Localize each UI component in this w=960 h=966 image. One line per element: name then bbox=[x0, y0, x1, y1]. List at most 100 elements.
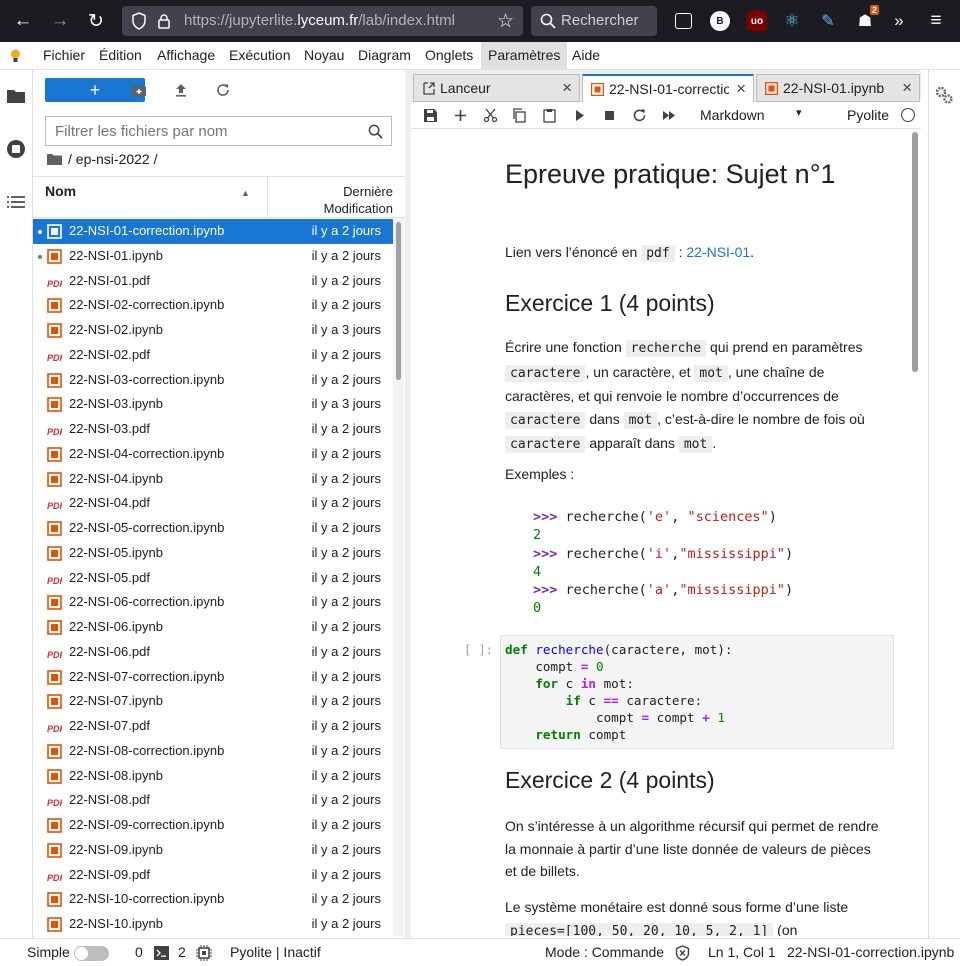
file-row[interactable]: PDF 22-NSI-03.pdf il y a 2 jours bbox=[33, 417, 393, 442]
menu-diagram[interactable]: Diagram bbox=[358, 47, 411, 63]
refresh-icon[interactable] bbox=[215, 82, 231, 98]
add-cell-icon[interactable] bbox=[453, 108, 468, 123]
new-folder-icon[interactable] bbox=[131, 82, 147, 98]
address-bar[interactable]: https://jupyterlite.lyceum.fr/lab/index.… bbox=[122, 6, 523, 36]
cursor-position[interactable]: Ln 1, Col 1 bbox=[708, 944, 776, 960]
column-last-modified[interactable]: Dernière Modification bbox=[324, 183, 393, 217]
file-row[interactable]: 22-NSI-05-correction.ipynb il y a 2 jours bbox=[33, 516, 393, 541]
file-row[interactable]: 22-NSI-05.ipynb il y a 2 jours bbox=[33, 541, 393, 566]
notebook-scrollbar-thumb[interactable] bbox=[912, 132, 918, 372]
notebook-panel[interactable]: Epreuve pratique: Sujet n°1 Lien vers l’… bbox=[414, 130, 908, 936]
file-row[interactable]: 22-NSI-01-correction.ipynb il y a 2 jours bbox=[33, 219, 393, 244]
overflow-chevrons-icon[interactable]: » bbox=[886, 8, 912, 34]
file-row[interactable]: PDF 22-NSI-06.pdf il y a 2 jours bbox=[33, 640, 393, 665]
running-stop-icon[interactable] bbox=[6, 139, 26, 159]
file-row[interactable]: 22-NSI-10-correction.ipynb il y a 2 jours bbox=[33, 887, 393, 912]
terminal-count[interactable]: 2 bbox=[178, 944, 186, 960]
run-icon[interactable] bbox=[572, 108, 587, 123]
code-cell[interactable]: def recherche(caractere, mot): compt = 0… bbox=[500, 635, 894, 749]
cell-type-select[interactable]: Markdown ▾ bbox=[700, 107, 802, 123]
kernel-status[interactable]: Pyolite | Inactif bbox=[230, 944, 321, 960]
close-tab-icon[interactable]: × bbox=[736, 79, 746, 99]
markdown-cell-exercise-1[interactable]: Exercice 1 (4 points) bbox=[505, 290, 885, 317]
fast-forward-icon[interactable] bbox=[662, 108, 677, 123]
menu-noyau[interactable]: Noyau bbox=[304, 47, 344, 63]
menu-onglets[interactable]: Onglets bbox=[425, 47, 473, 63]
terminal-icon[interactable] bbox=[154, 946, 169, 960]
menu-parametres[interactable]: Paramètres bbox=[481, 42, 568, 69]
file-filter-input[interactable]: Filtrer les fichiers par nom bbox=[45, 116, 392, 146]
file-row[interactable]: PDF 22-NSI-04.pdf il y a 2 jours bbox=[33, 491, 393, 516]
file-row[interactable]: 22-NSI-02-correction.ipynb il y a 2 jours bbox=[33, 293, 393, 318]
breadcrumb[interactable]: / ep-nsi-2022 / bbox=[47, 151, 158, 167]
markdown-cell-link[interactable]: Lien vers l’énoncé en pdf : 22-NSI-01. bbox=[505, 241, 885, 266]
file-row[interactable]: 22-NSI-07-correction.ipynb il y a 2 jours bbox=[33, 665, 393, 690]
menu-aide[interactable]: Aide bbox=[572, 47, 600, 63]
stop-icon[interactable] bbox=[602, 108, 617, 123]
trusted-shield-icon[interactable] bbox=[675, 945, 690, 961]
file-row[interactable]: 22-NSI-02.ipynb il y a 3 jours bbox=[33, 318, 393, 343]
file-row[interactable]: PDF 22-NSI-05.pdf il y a 2 jours bbox=[33, 566, 393, 591]
file-row[interactable]: PDF 22-NSI-09.pdf il y a 2 jours bbox=[33, 863, 393, 888]
paste-icon[interactable] bbox=[542, 108, 557, 123]
panel-splitter[interactable] bbox=[405, 70, 411, 938]
tab-22-nsi-01-correction[interactable]: 22-NSI-01-correction.ipynb × bbox=[582, 74, 754, 102]
forward-arrow-icon[interactable]: → bbox=[47, 8, 73, 34]
property-inspector-gears-icon[interactable] bbox=[935, 86, 953, 104]
extension-badge-icon[interactable]: ☗ 2 bbox=[855, 5, 879, 31]
column-name[interactable]: Nom bbox=[45, 183, 76, 199]
url-text[interactable]: https://jupyterlite.lyceum.fr/lab/index.… bbox=[184, 12, 455, 29]
browser-search-field[interactable]: Rechercher bbox=[531, 6, 657, 36]
kernel-name[interactable]: Pyolite bbox=[847, 107, 889, 123]
file-row[interactable]: 22-NSI-08-correction.ipynb il y a 2 jours bbox=[33, 739, 393, 764]
shield-icon[interactable] bbox=[131, 12, 147, 30]
close-tab-icon[interactable]: × bbox=[562, 78, 572, 98]
react-devtools-icon[interactable]: ⚛ bbox=[782, 11, 802, 31]
bookmark-star-icon[interactable]: ☆ bbox=[497, 10, 514, 33]
folder-icon[interactable] bbox=[6, 86, 26, 106]
new-launcher-button[interactable]: + bbox=[45, 78, 145, 102]
kernel-chip-icon[interactable] bbox=[196, 945, 212, 961]
pocket-icon[interactable] bbox=[675, 13, 692, 29]
cut-icon[interactable] bbox=[483, 108, 498, 123]
file-row[interactable]: 22-NSI-04-correction.ipynb il y a 2 jours bbox=[33, 442, 393, 467]
menu-fichier[interactable]: Fichier bbox=[43, 47, 85, 63]
menu-edition[interactable]: Édition bbox=[99, 47, 142, 63]
close-tab-icon[interactable]: × bbox=[902, 78, 912, 98]
back-arrow-icon[interactable]: ← bbox=[10, 8, 36, 34]
file-row[interactable]: 22-NSI-04.ipynb il y a 2 jours bbox=[33, 467, 393, 492]
file-row[interactable]: PDF 22-NSI-01.pdf il y a 2 jours bbox=[33, 269, 393, 294]
copy-icon[interactable] bbox=[512, 108, 527, 123]
restart-icon[interactable] bbox=[632, 108, 647, 123]
file-row[interactable]: 22-NSI-09.ipynb il y a 2 jours bbox=[33, 838, 393, 863]
file-row[interactable]: 22-NSI-09-correction.ipynb il y a 2 jours bbox=[33, 813, 393, 838]
simple-mode-toggle[interactable] bbox=[74, 946, 109, 961]
table-of-contents-icon[interactable] bbox=[6, 192, 26, 212]
file-row[interactable]: 22-NSI-08.ipynb il y a 2 jours bbox=[33, 764, 393, 789]
tab-launcher[interactable]: Lanceur × bbox=[413, 74, 580, 102]
reload-icon[interactable]: ↻ bbox=[83, 8, 109, 34]
ublock-icon[interactable]: uo bbox=[747, 11, 767, 31]
tab-22-nsi-01[interactable]: 22-NSI-01.ipynb × bbox=[756, 74, 920, 102]
markdown-cell-exercise-2[interactable]: Exercice 2 (4 points) bbox=[505, 767, 885, 794]
pdf-link[interactable]: 22-NSI-01 bbox=[686, 244, 750, 260]
menu-execution[interactable]: Exécution bbox=[229, 47, 290, 63]
notebook-mode[interactable]: Mode : Commande bbox=[545, 944, 664, 960]
file-row[interactable]: PDF 22-NSI-02.pdf il y a 2 jours bbox=[33, 343, 393, 368]
file-row[interactable]: 22-NSI-06.ipynb il y a 2 jours bbox=[33, 615, 393, 640]
file-row[interactable]: PDF 22-NSI-08.pdf il y a 2 jours bbox=[33, 788, 393, 813]
file-row[interactable]: 22-NSI-03.ipynb il y a 3 jours bbox=[33, 392, 393, 417]
file-row[interactable]: PDF 22-NSI-07.pdf il y a 2 jours bbox=[33, 714, 393, 739]
menu-affichage[interactable]: Affichage bbox=[157, 47, 215, 63]
upload-icon[interactable] bbox=[173, 82, 189, 98]
home-folder-icon[interactable] bbox=[47, 153, 62, 165]
sort-ascending-icon[interactable]: ▲ bbox=[241, 188, 250, 198]
kernel-count[interactable]: 0 bbox=[135, 944, 143, 960]
file-row[interactable]: 22-NSI-07.ipynb il y a 2 jours bbox=[33, 689, 393, 714]
hamburger-menu-icon[interactable]: ≡ bbox=[923, 8, 949, 34]
save-icon[interactable] bbox=[423, 108, 438, 123]
file-row[interactable]: 22-NSI-06-correction.ipynb il y a 2 jours bbox=[33, 590, 393, 615]
file-list-scrollbar-thumb[interactable] bbox=[396, 222, 401, 380]
extension-b-icon[interactable]: B bbox=[710, 11, 730, 31]
markdown-cell-title[interactable]: Epreuve pratique: Sujet n°1 bbox=[505, 160, 885, 189]
